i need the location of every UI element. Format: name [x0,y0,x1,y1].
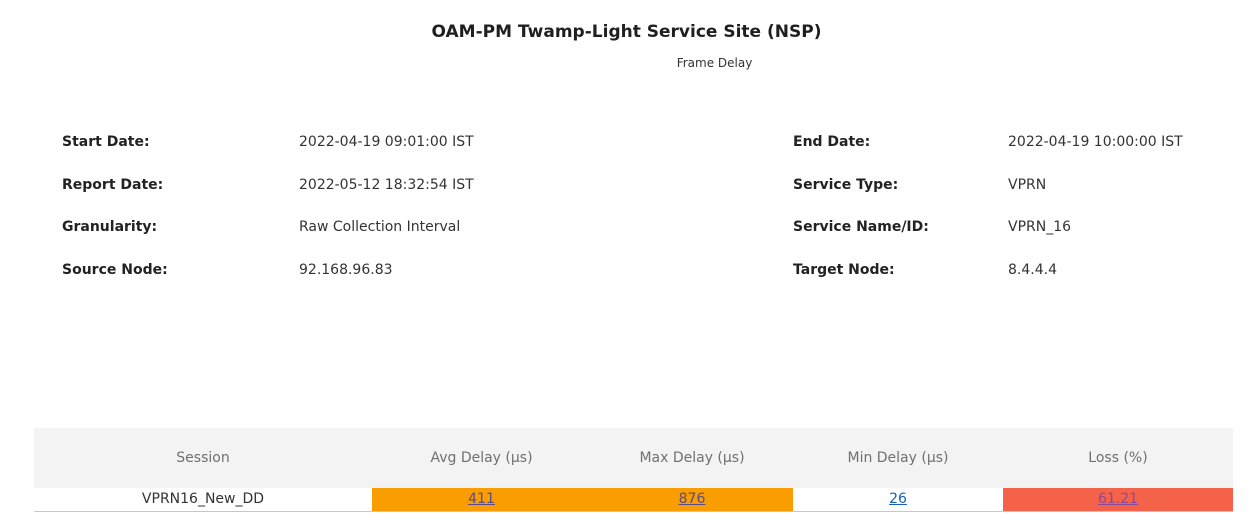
report-subtitle: Frame Delay [676,56,753,70]
service-name-value: VPRN_16 [1008,219,1072,235]
avg-delay-link[interactable]: 411 [468,491,495,507]
column-header-avg-delay: Avg Delay (µs) [430,450,533,466]
table-header: Session Avg Delay (µs) Max Delay (µs) Mi… [34,428,1233,488]
table-row: VPRN16_New_DD 411 876 26 61.21 [34,488,1233,512]
loss-cell: 61.21 [1003,488,1233,511]
column-header-loss: Loss (%) [1088,450,1148,466]
results-table: Session Avg Delay (µs) Max Delay (µs) Mi… [34,428,1233,512]
source-node-value: 92.168.96.83 [299,262,393,278]
max-delay-cell: 876 [591,488,793,511]
granularity-value: Raw Collection Interval [299,219,461,235]
max-delay-link[interactable]: 876 [679,491,706,507]
source-node-label: Source Node: [62,262,168,278]
report-title: OAM-PM Twamp-Light Service Site (NSP) [431,22,822,42]
start-date-value: 2022-04-19 09:01:00 IST [299,134,474,150]
service-type-label: Service Type: [793,177,899,193]
target-node-value: 8.4.4.4 [1008,262,1057,278]
min-delay-cell: 26 [793,488,1003,511]
column-header-session: Session [176,450,230,466]
column-header-max-delay: Max Delay (µs) [639,450,745,466]
min-delay-link[interactable]: 26 [889,491,907,507]
session-cell: VPRN16_New_DD [141,491,265,507]
target-node-label: Target Node: [793,262,895,278]
loss-link[interactable]: 61.21 [1098,491,1138,507]
report-date-value: 2022-05-12 18:32:54 IST [299,177,474,193]
end-date-label: End Date: [793,134,871,150]
avg-delay-cell: 411 [372,488,591,511]
service-name-label: Service Name/ID: [793,219,929,235]
report-date-label: Report Date: [62,177,164,193]
end-date-value: 2022-04-19 10:00:00 IST [1008,134,1183,150]
service-type-value: VPRN [1008,177,1047,193]
granularity-label: Granularity: [62,219,158,235]
column-header-min-delay: Min Delay (µs) [847,450,949,466]
start-date-label: Start Date: [62,134,150,150]
